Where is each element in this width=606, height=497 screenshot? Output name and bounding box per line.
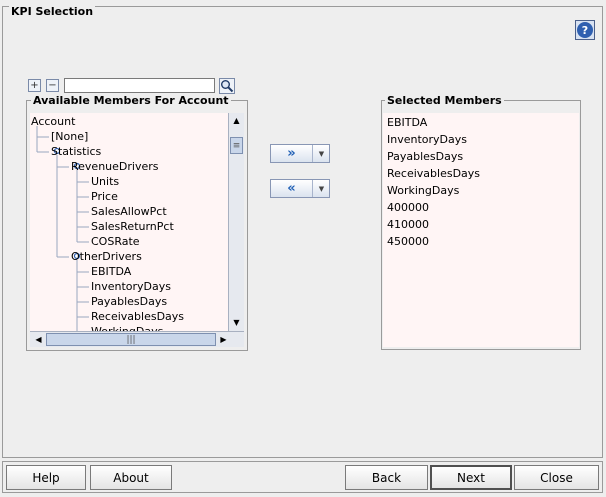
vertical-scroll-thumb[interactable]: ≡ xyxy=(230,137,243,154)
tree-node[interactable]: SalesAllowPct xyxy=(91,204,167,219)
help-icon[interactable]: ? xyxy=(575,20,595,40)
selected-member-item[interactable]: ReceivablesDays xyxy=(387,165,480,182)
back-button[interactable]: Back xyxy=(345,465,428,490)
remove-dropdown-icon[interactable]: ▼ xyxy=(314,180,329,197)
tree-node[interactable]: OtherDrivers xyxy=(71,249,142,264)
selected-member-item[interactable]: 410000 xyxy=(387,216,429,233)
tree-node[interactable]: EBITDA xyxy=(91,264,131,279)
tree-horizontal-scrollbar[interactable]: ◀ ||| ▶ xyxy=(30,331,244,347)
tree-node[interactable]: ReceivablesDays xyxy=(91,309,184,324)
selected-member-item[interactable]: 450000 xyxy=(387,233,429,250)
window-title: KPI Selection xyxy=(9,5,96,18)
tree-node[interactable]: Units xyxy=(91,174,119,189)
tree-node[interactable]: RevenueDrivers xyxy=(71,159,158,174)
add-member-button[interactable]: » ▼ xyxy=(270,144,330,163)
available-members-title: Available Members For Account xyxy=(31,94,231,107)
next-button[interactable]: Next xyxy=(430,465,512,490)
tree-node[interactable]: SalesReturnPct xyxy=(91,219,174,234)
scroll-down-icon[interactable]: ▼ xyxy=(229,315,244,330)
add-arrow-icon[interactable]: » xyxy=(271,145,313,162)
close-button[interactable]: Close xyxy=(514,465,599,490)
tree-node[interactable]: [None] xyxy=(51,129,88,144)
scroll-left-icon[interactable]: ◀ xyxy=(31,332,46,347)
selected-members-list[interactable]: EBITDA InventoryDays PayablesDays Receivabl… xyxy=(383,113,579,347)
tree-node[interactable]: COSRate xyxy=(91,234,140,249)
tree-node[interactable]: WorkingDays xyxy=(91,324,163,331)
remove-member-button[interactable]: « ▼ xyxy=(270,179,330,198)
selected-member-item[interactable]: EBITDA xyxy=(387,114,427,131)
tree-vertical-scrollbar[interactable]: ▲ ≡ ▼ xyxy=(228,113,244,331)
expand-all-button[interactable]: + xyxy=(28,79,41,92)
scroll-up-icon[interactable]: ▲ xyxy=(229,113,244,128)
collapse-all-button[interactable]: − xyxy=(46,79,59,92)
selected-member-item[interactable]: InventoryDays xyxy=(387,131,467,148)
tree-node[interactable]: Price xyxy=(91,189,118,204)
horizontal-scroll-thumb[interactable]: ||| xyxy=(46,333,216,346)
remove-arrow-icon[interactable]: « xyxy=(271,180,313,197)
tree-node[interactable]: InventoryDays xyxy=(91,279,171,294)
search-button[interactable] xyxy=(219,78,235,94)
available-members-tree[interactable]: Account [None] Statistics RevenueDrivers Uni… xyxy=(30,113,228,331)
tree-node[interactable]: PayablesDays xyxy=(91,294,167,309)
selected-members-title: Selected Members xyxy=(385,94,504,107)
help-button[interactable]: Help xyxy=(6,465,86,490)
tree-node[interactable]: Account xyxy=(31,114,75,129)
search-input[interactable] xyxy=(64,78,215,93)
magnifier-icon xyxy=(221,80,234,93)
selected-member-item[interactable]: 400000 xyxy=(387,199,429,216)
selected-member-item[interactable]: PayablesDays xyxy=(387,148,463,165)
help-glyph: ? xyxy=(577,22,593,38)
about-button[interactable]: About xyxy=(90,465,172,490)
tree-node[interactable]: Statistics xyxy=(51,144,101,159)
add-dropdown-icon[interactable]: ▼ xyxy=(314,145,329,162)
selected-member-item[interactable]: WorkingDays xyxy=(387,182,459,199)
scroll-right-icon[interactable]: ▶ xyxy=(216,332,231,347)
